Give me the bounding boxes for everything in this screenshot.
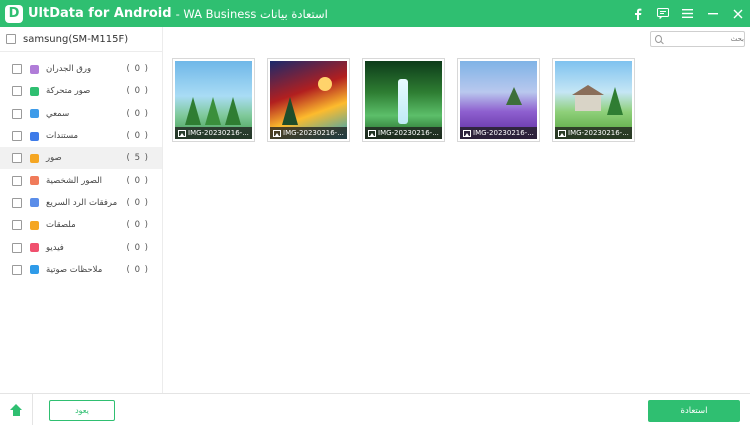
category-item[interactable]: صور متحركة ( 0 ): [0, 80, 162, 102]
category-count: ( 0 ): [126, 242, 149, 253]
category-item[interactable]: صور ( 5 ): [0, 147, 162, 170]
bottom-bar: يعود استعادة: [0, 393, 750, 425]
wallpaper-icon: [30, 64, 39, 74]
search-box[interactable]: [650, 31, 745, 47]
category-count: ( 0 ): [126, 64, 149, 75]
window-controls: [625, 0, 750, 27]
category-checkbox[interactable]: [12, 220, 22, 231]
category-label: مرفقات الرد السريع: [46, 197, 118, 208]
video-icon: [30, 243, 39, 253]
home-icon: [9, 403, 22, 416]
photo-icon: [30, 153, 39, 163]
category-checkbox[interactable]: [12, 197, 22, 208]
category-item[interactable]: الصور الشخصية ( 0 ): [0, 169, 162, 191]
device-checkbox[interactable]: [6, 34, 16, 44]
image-icon: [463, 129, 471, 137]
photo-caption: IMG-20230216-...: [460, 127, 537, 139]
voice-note-icon: [30, 265, 39, 275]
feedback-icon[interactable]: [650, 0, 675, 27]
category-count: ( 0 ): [126, 197, 149, 208]
image-icon: [178, 129, 186, 137]
category-label: صور متحركة: [46, 86, 91, 97]
facebook-icon[interactable]: [625, 0, 650, 27]
category-count: ( 0 ): [126, 131, 149, 142]
category-list: ورق الجدران ( 0 ) صور متحركة ( 0 ) سمعي ( 0 )…: [0, 52, 162, 281]
category-count: ( 0 ): [126, 175, 149, 186]
category-checkbox[interactable]: [12, 64, 22, 75]
category-count: ( 0 ): [126, 86, 149, 97]
category-label: سمعي: [46, 108, 70, 119]
back-button[interactable]: يعود: [49, 400, 115, 421]
search-icon: [655, 35, 662, 43]
photo-caption: IMG-20230216-...: [555, 127, 632, 139]
document-icon: [30, 131, 39, 141]
photo-filename: IMG-20230216-...: [283, 129, 344, 137]
category-count: ( 5 ): [126, 153, 149, 164]
gif-icon: [30, 86, 39, 96]
category-count: ( 0 ): [126, 264, 149, 275]
app-subtitle: - WA Business استعادة بيانات: [175, 6, 328, 21]
minimize-icon[interactable]: [700, 0, 725, 27]
category-item[interactable]: سمعي ( 0 ): [0, 103, 162, 125]
photo-caption: IMG-20230216-...: [175, 127, 252, 139]
app-name: UltData for Android: [28, 6, 172, 21]
category-checkbox[interactable]: [12, 131, 22, 142]
category-item[interactable]: فيديو ( 0 ): [0, 236, 162, 258]
category-item[interactable]: ملاحظات صوتية ( 0 ): [0, 259, 162, 281]
photo-thumbnail[interactable]: IMG-20230216-...: [267, 58, 350, 142]
category-item[interactable]: ملصقات ( 0 ): [0, 214, 162, 236]
category-label: ملصقات: [46, 220, 76, 231]
home-button[interactable]: [0, 394, 33, 425]
photo-caption: IMG-20230216-...: [365, 127, 442, 139]
photo-caption: IMG-20230216-...: [270, 127, 347, 139]
category-item[interactable]: ورق الجدران ( 0 ): [0, 58, 162, 80]
category-sidebar: samsung(SM-M115F) ورق الجدران( 0 ) صور مت…: [0, 27, 163, 393]
profile-photo-icon: [30, 176, 39, 186]
category-item[interactable]: مرفقات الرد السريع ( 0 ): [0, 192, 162, 214]
menu-icon[interactable]: [675, 0, 700, 27]
category-label: ورق الجدران: [46, 64, 92, 75]
main-content: IMG-20230216-... IMG-20230216-... IMG-20…: [164, 27, 750, 393]
photo-filename: IMG-20230216-...: [568, 129, 629, 137]
photo-thumbnail[interactable]: IMG-20230216-...: [457, 58, 540, 142]
attachment-icon: [30, 198, 39, 208]
app-logo-icon: D: [5, 4, 23, 23]
close-icon[interactable]: [725, 0, 750, 27]
category-label: فيديو: [46, 242, 64, 253]
category-label: مستندات: [46, 131, 79, 142]
photo-filename: IMG-20230216-...: [188, 129, 249, 137]
category-checkbox[interactable]: [12, 108, 22, 119]
photo-filename: IMG-20230216-...: [378, 129, 439, 137]
category-checkbox[interactable]: [12, 86, 22, 97]
category-checkbox[interactable]: [12, 242, 22, 253]
title-bar: D UltData for Android - WA Business استع…: [0, 0, 750, 27]
image-icon: [368, 129, 376, 137]
category-count: ( 0 ): [126, 220, 149, 231]
photo-thumbnail[interactable]: IMG-20230216-...: [362, 58, 445, 142]
image-icon: [273, 129, 281, 137]
category-label: صور: [46, 153, 62, 164]
device-row[interactable]: samsung(SM-M115F): [0, 27, 162, 52]
sticker-icon: [30, 220, 39, 230]
device-name: samsung(SM-M115F): [23, 33, 129, 45]
category-label: ملاحظات صوتية: [46, 264, 103, 275]
restore-button[interactable]: استعادة: [648, 400, 740, 422]
photo-filename: IMG-20230216-...: [473, 129, 534, 137]
category-checkbox[interactable]: [12, 264, 22, 275]
microphone-icon: [30, 109, 39, 119]
category-count: ( 0 ): [126, 108, 149, 119]
search-input[interactable]: [666, 35, 744, 43]
app-logo-letter: D: [8, 6, 20, 21]
category-checkbox[interactable]: [12, 153, 22, 164]
photo-grid: IMG-20230216-... IMG-20230216-... IMG-20…: [172, 58, 635, 142]
photo-thumbnail[interactable]: IMG-20230216-...: [552, 58, 635, 142]
category-item[interactable]: مستندات ( 0 ): [0, 125, 162, 147]
category-label: الصور الشخصية: [46, 175, 103, 186]
image-icon: [558, 129, 566, 137]
category-checkbox[interactable]: [12, 175, 22, 186]
photo-thumbnail[interactable]: IMG-20230216-...: [172, 58, 255, 142]
